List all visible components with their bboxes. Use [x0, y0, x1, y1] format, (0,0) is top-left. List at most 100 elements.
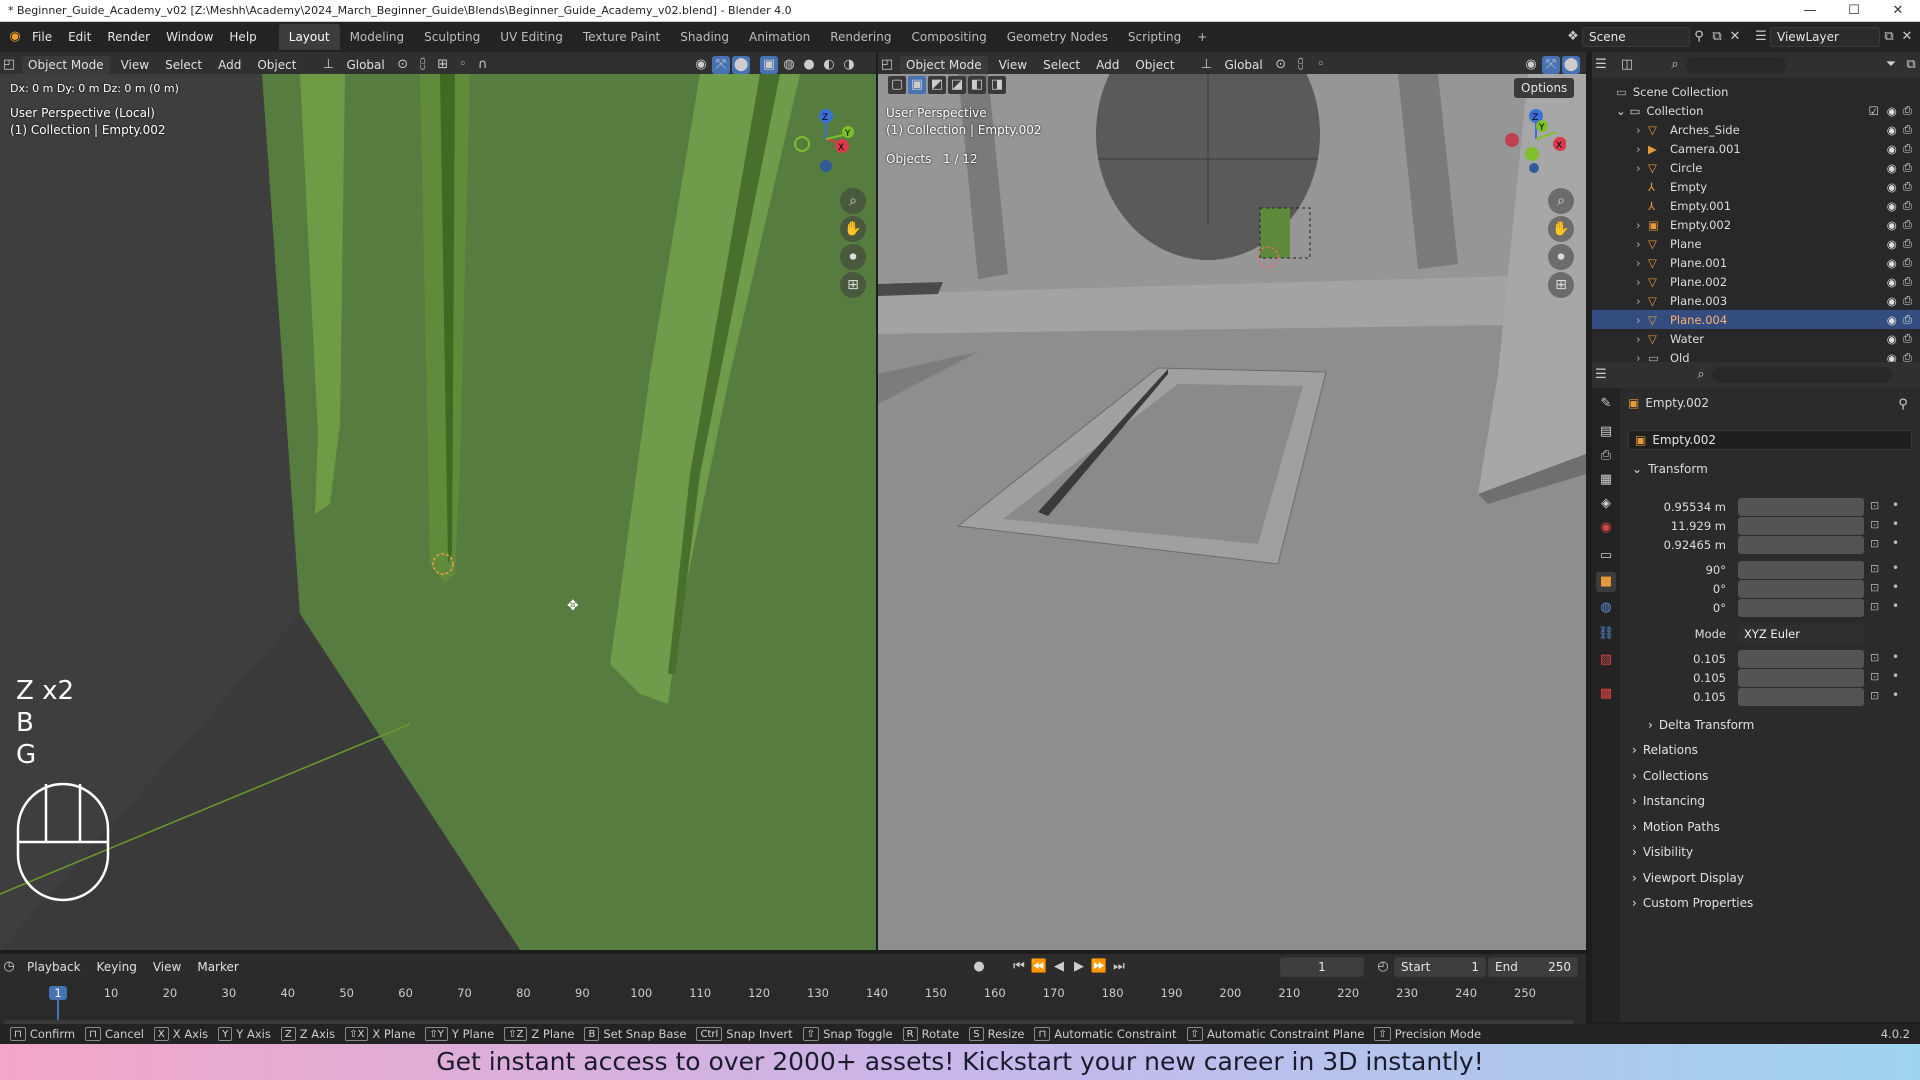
render-camera-icon[interactable]: ⎙	[1903, 293, 1912, 308]
tab-modeling[interactable]: Modeling	[340, 24, 415, 50]
eye-icon[interactable]: ◉	[1887, 123, 1897, 137]
lock-icon[interactable]: ⊡	[1870, 581, 1879, 594]
outliner-item-plane-001[interactable]: › ▽ Plane.001 ◉ ⎙	[1592, 253, 1920, 272]
rotation-mode-dropdown[interactable]: XYZ Euler	[1738, 625, 1864, 643]
keyframe-dot-icon[interactable]: •	[1892, 599, 1899, 613]
snap-target-icon[interactable]: ⊞	[434, 56, 452, 74]
menu-window[interactable]: Window	[158, 30, 221, 44]
pan-hand-icon[interactable]: ✋	[840, 216, 866, 242]
value-field[interactable]	[1738, 669, 1864, 687]
display-mode-icon[interactable]: ◫	[1618, 56, 1636, 74]
render-camera-icon[interactable]: ⎙	[1903, 331, 1912, 346]
scene-collection-row[interactable]: ▭ Scene Collection	[1592, 82, 1920, 101]
render-camera-icon[interactable]: ⎙	[1903, 198, 1912, 213]
close-button[interactable]: ✕	[1876, 3, 1920, 18]
ortho-grid-icon[interactable]: ⊞	[840, 272, 866, 298]
eye-icon[interactable]: ◉	[1887, 199, 1897, 213]
tab-geometry-nodes[interactable]: Geometry Nodes	[997, 24, 1118, 50]
tab-scripting[interactable]: Scripting	[1118, 24, 1191, 50]
timeline-editor-icon[interactable]: ◷	[0, 958, 18, 976]
overlay-icon[interactable]: ⬤	[732, 56, 750, 74]
navigation-gizmo-left[interactable]: Z X Y	[786, 104, 856, 174]
navigation-gizmo-right[interactable]: Z Y X	[1496, 104, 1566, 174]
keyframe-dot-icon[interactable]: •	[1892, 498, 1899, 512]
viewport-right[interactable]: ▢ ▣ ◩ ◪ ◧ ◨ Options User Perspective (1)…	[878, 74, 1586, 950]
gizmo-icon-right[interactable]: ⤧	[1542, 56, 1560, 74]
marker-menu[interactable]: Marker	[190, 958, 245, 976]
new-scene-icon[interactable]: ⧉	[1708, 28, 1726, 46]
keyframe-dot-icon[interactable]: •	[1892, 517, 1899, 531]
tab-sculpting[interactable]: Sculpting	[414, 24, 490, 50]
outliner-item-empty-002[interactable]: › ▣ Empty.002 ◉ ⎙	[1592, 215, 1920, 234]
timeline-ruler[interactable]: 1 10 20 30 40 50 60 70 80 90 100 110 120 130 140 150 160…	[0, 980, 1586, 1026]
panel-instancing[interactable]: › Instancing	[1632, 794, 1705, 808]
menu-edit[interactable]: Edit	[60, 30, 99, 44]
chevron-right-icon[interactable]	[1636, 199, 1648, 213]
collection-row[interactable]: ⌄ ▭ Collection ☑ ◉ ⎙	[1592, 101, 1920, 120]
eye-icon[interactable]: ◉	[1887, 313, 1897, 327]
orientation-dropdown[interactable]: Global	[339, 56, 391, 74]
next-keyframe-icon[interactable]: ⏩	[1090, 958, 1108, 976]
gizmo-icon[interactable]: ⤧	[712, 56, 730, 74]
jump-end-icon[interactable]: ⏭	[1110, 958, 1128, 976]
visibility-icon[interactable]: ◉	[692, 56, 710, 74]
select-extend-icon[interactable]: ◩	[928, 76, 946, 94]
chevron-right-icon[interactable]: ›	[1636, 313, 1648, 327]
texture-tab-icon[interactable]: ▩	[1596, 684, 1616, 704]
panel-relations[interactable]: › Relations	[1632, 743, 1698, 757]
tab-rendering[interactable]: Rendering	[820, 24, 901, 50]
outliner-item-plane-002[interactable]: › ▽ Plane.002 ◉ ⎙	[1592, 272, 1920, 291]
camera-view-icon-right[interactable]: ⏺	[1548, 244, 1574, 270]
render-camera-icon[interactable]: ⎙	[1903, 160, 1912, 175]
tool-tab-icon[interactable]: ✎	[1596, 394, 1616, 414]
zoom-icon[interactable]: ⌕	[840, 188, 866, 214]
tab-shading[interactable]: Shading	[670, 24, 739, 50]
promo-banner[interactable]: Get instant access to over 2000+ assets!…	[0, 1044, 1920, 1080]
properties-search-input[interactable]	[1712, 367, 1892, 383]
scene-tab-icon[interactable]: ◈	[1596, 494, 1616, 514]
jump-start-icon[interactable]: ⏮	[1010, 958, 1028, 976]
value-field[interactable]	[1738, 599, 1864, 617]
keyframe-dot-icon[interactable]: •	[1892, 669, 1899, 683]
ortho-grid-icon-right[interactable]: ⊞	[1548, 272, 1574, 298]
keyframe-dot-icon[interactable]: •	[1892, 536, 1899, 550]
eye-icon[interactable]: ◉	[1887, 142, 1897, 156]
properties-editor-icon[interactable]: ☰	[1592, 366, 1610, 384]
render-camera-icon[interactable]: ⎙	[1903, 217, 1912, 232]
xray-icon[interactable]: ▣	[760, 56, 778, 74]
lock-icon[interactable]: ⊡	[1870, 518, 1879, 531]
chevron-right-icon[interactable]	[1636, 180, 1648, 194]
scene-selector[interactable]: Scene	[1582, 27, 1690, 47]
eye-icon[interactable]: ◉	[1887, 332, 1897, 346]
panel-motion-paths[interactable]: › Motion Paths	[1632, 820, 1720, 834]
object-tab-icon[interactable]: ■	[1596, 572, 1616, 592]
output-tab-icon[interactable]: ⎙	[1596, 446, 1616, 466]
snap-icon[interactable]: ⩉	[414, 56, 432, 74]
outliner-search-icon[interactable]: ⌕	[1666, 56, 1684, 74]
options-dropdown[interactable]: Options	[1514, 78, 1575, 98]
editor-type-icon[interactable]: ◰	[0, 56, 18, 74]
select-menu-right[interactable]: Select	[1036, 56, 1087, 74]
lock-icon[interactable]: ⊡	[1870, 600, 1879, 613]
render-camera-icon[interactable]: ⎙	[1903, 274, 1912, 289]
proportional-edit-icon-right[interactable]: ◦	[1312, 56, 1330, 74]
chevron-right-icon[interactable]: ›	[1636, 218, 1648, 232]
rendered-shading-icon[interactable]: ◑	[840, 56, 858, 74]
transform-panel-header[interactable]: ⌄ Transform	[1632, 462, 1708, 476]
blender-logo-icon[interactable]: ◉	[6, 28, 24, 46]
outliner-item-arches_side[interactable]: › ▽ Arches_Side ◉ ⎙	[1592, 120, 1920, 139]
properties-search-icon[interactable]: ⌕	[1692, 366, 1710, 384]
lock-icon[interactable]: ⊡	[1870, 499, 1879, 512]
zoom-icon-right[interactable]: ⌕	[1548, 188, 1574, 214]
object-menu-right[interactable]: Object	[1128, 56, 1181, 74]
value-field[interactable]	[1738, 561, 1864, 579]
play-reverse-icon[interactable]: ◀	[1050, 958, 1068, 976]
object-mode-dropdown-right[interactable]: Object Mode	[900, 56, 988, 74]
value-field[interactable]	[1738, 650, 1864, 668]
visibility-icon-right[interactable]: ◉	[1522, 56, 1540, 74]
falloff-icon[interactable]: ∩	[474, 56, 492, 74]
start-frame-field[interactable]: Start 1	[1394, 957, 1486, 977]
eye-icon[interactable]: ◉	[1887, 161, 1897, 175]
chevron-right-icon[interactable]: ›	[1636, 294, 1648, 308]
tab-animation[interactable]: Animation	[739, 24, 820, 50]
